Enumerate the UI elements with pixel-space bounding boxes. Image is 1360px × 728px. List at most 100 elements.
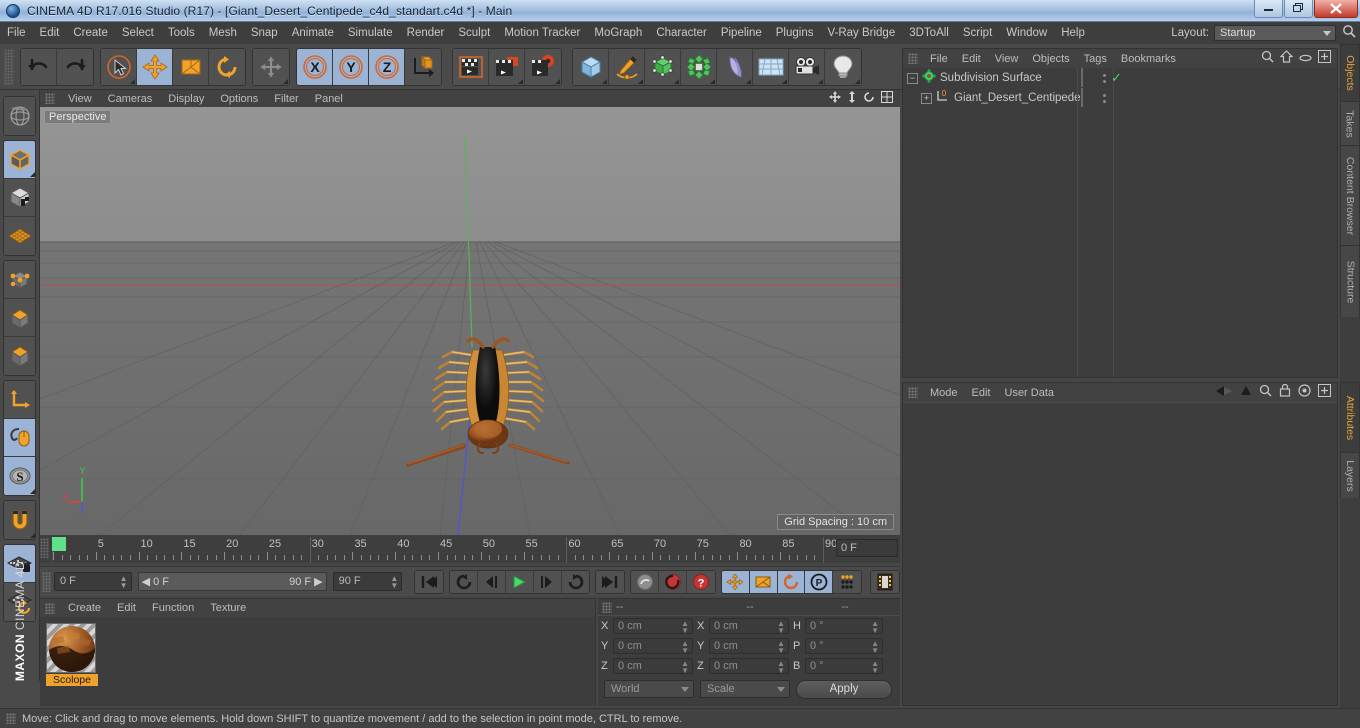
menu-snap[interactable]: Snap [244, 22, 285, 44]
menu-select[interactable]: Select [115, 22, 161, 44]
spinner-icon[interactable]: ▲ ▼ [777, 640, 785, 655]
search-icon[interactable] [1342, 24, 1356, 43]
object-row-giant-desert-centipede[interactable]: + 0 Giant_Desert_Centipede [903, 88, 1337, 108]
spinner-icon[interactable]: ▲ ▼ [871, 640, 879, 655]
enable-snap-button[interactable]: S [4, 457, 35, 495]
attribute-menu-grip[interactable] [908, 387, 918, 398]
undo-button[interactable] [21, 48, 57, 85]
points-mode-button[interactable] [4, 261, 35, 299]
model-mode-button[interactable] [4, 141, 35, 179]
enabled-check-icon[interactable]: ✓ [1111, 70, 1122, 86]
coord-field-sz[interactable]: 0 cm ▲ ▼ [709, 658, 789, 675]
coord-field-py[interactable]: 0 cm ▲ ▼ [613, 638, 693, 655]
coord-field-h[interactable]: 0 ° ▲ ▼ [805, 618, 883, 635]
lock-x-axis-button[interactable]: X [297, 48, 333, 85]
timeline-ruler[interactable]: 051015202530354045505560657075808590 [52, 537, 837, 563]
search-icon[interactable] [1261, 50, 1274, 68]
spinner-icon[interactable]: ▲ ▼ [390, 575, 398, 590]
render-view-button[interactable] [453, 48, 489, 85]
attribute-menu-user-data[interactable]: User Data [998, 387, 1062, 399]
viewport-menu-options[interactable]: Options [212, 93, 266, 105]
coord-field-sy[interactable]: 0 cm ▲ ▼ [709, 638, 789, 655]
world-coordinate-button[interactable] [405, 48, 441, 85]
menu-render[interactable]: Render [400, 22, 452, 44]
point-level-animation-button[interactable] [833, 570, 862, 593]
coordinate-mode-dropdown[interactable]: Scale [700, 680, 790, 698]
minimize-button[interactable] [1254, 0, 1283, 18]
menu-character[interactable]: Character [649, 22, 714, 44]
add-cube-button[interactable] [573, 48, 609, 85]
timeline-grip[interactable] [40, 538, 49, 558]
object-menu-tags[interactable]: Tags [1077, 53, 1114, 65]
play-forward-loop-button[interactable] [561, 570, 590, 593]
play-reverse-loop-button[interactable] [450, 570, 479, 593]
plus-box-icon[interactable] [1318, 49, 1331, 68]
rotate-tool-button[interactable] [209, 48, 245, 85]
menu-help[interactable]: Help [1054, 22, 1092, 44]
material-item[interactable]: Scolope [46, 623, 98, 686]
viewport-rotate-icon[interactable] [863, 90, 875, 108]
apply-button[interactable]: Apply [796, 679, 892, 699]
viewport-scale-icon[interactable] [847, 90, 857, 108]
scale-tool-button[interactable] [173, 48, 209, 85]
viewport-menu-panel[interactable]: Panel [307, 93, 351, 105]
render-settings-button[interactable] [525, 48, 561, 85]
range-left-arrow-icon[interactable]: ◀ [142, 575, 150, 588]
edge-tab-content-browser[interactable]: Content Browser [1340, 145, 1360, 245]
polygons-mode-button[interactable] [4, 337, 35, 375]
coord-field-p[interactable]: 0 ° ▲ ▼ [805, 638, 883, 655]
object-tag-box[interactable] [1081, 88, 1083, 107]
end-frame-field[interactable]: 90 F ▲ ▼ [332, 572, 403, 591]
menu-plugins[interactable]: Plugins [769, 22, 821, 44]
timeline-playhead[interactable] [52, 537, 66, 551]
viewport-menu-grip[interactable] [45, 93, 55, 104]
menu-simulate[interactable]: Simulate [341, 22, 400, 44]
lock-z-axis-button[interactable]: Z [369, 48, 405, 85]
restore-button[interactable] [1284, 0, 1313, 18]
spinner-icon[interactable]: ▲ ▼ [120, 575, 128, 590]
menu-mesh[interactable]: Mesh [202, 22, 244, 44]
go-to-end-button[interactable] [596, 570, 625, 593]
menu-pipeline[interactable]: Pipeline [714, 22, 769, 44]
transport-grip[interactable] [42, 571, 51, 592]
material-menu-edit[interactable]: Edit [109, 602, 144, 614]
material-menu-grip[interactable] [45, 602, 55, 614]
menu-edit[interactable]: Edit [33, 22, 67, 44]
preview-range-bar[interactable]: ◀ 0 F 90 F ▶ [137, 572, 327, 591]
edge-tab-attributes[interactable]: Attributes [1340, 382, 1360, 452]
magnet-tool-button[interactable] [253, 48, 289, 85]
move-tool-button[interactable] [137, 48, 173, 85]
viewport-move-icon[interactable] [829, 90, 841, 108]
material-thumbnail[interactable] [46, 623, 96, 673]
object-menu-edit[interactable]: Edit [955, 53, 988, 65]
spinner-icon[interactable]: ▲ ▼ [871, 620, 879, 635]
expand-toggle-icon[interactable]: + [921, 92, 932, 104]
attribute-menu-edit[interactable]: Edit [965, 387, 998, 399]
coordinates-grip[interactable] [602, 601, 612, 613]
add-generator-button[interactable] [645, 48, 681, 85]
status-grip[interactable] [6, 713, 16, 724]
parameter-key-button[interactable]: P [805, 570, 834, 593]
magnet-button[interactable] [4, 501, 35, 539]
visibility-dots-icon[interactable] [1102, 73, 1106, 83]
object-manager-tree[interactable]: − Subdivision Surface ✓ + 0 Giant_Desert… [903, 68, 1337, 377]
layout-dropdown[interactable]: Startup [1214, 25, 1336, 41]
material-menu-create[interactable]: Create [60, 602, 109, 614]
edge-tab-objects[interactable]: Objects [1340, 44, 1360, 101]
scale-key-button[interactable] [749, 570, 778, 593]
position-key-button[interactable] [721, 570, 750, 593]
make-editable-button[interactable] [4, 97, 35, 135]
add-spline-button[interactable] [609, 48, 645, 85]
coord-field-sx[interactable]: 0 cm ▲ ▼ [709, 618, 789, 635]
object-tag-box[interactable] [1081, 68, 1083, 87]
object-menu-bookmarks[interactable]: Bookmarks [1114, 53, 1183, 65]
viewport-menu-cameras[interactable]: Cameras [100, 93, 161, 105]
attribute-menu-mode[interactable]: Mode [923, 387, 965, 399]
rotation-key-button[interactable] [777, 570, 806, 593]
coord-field-px[interactable]: 0 cm ▲ ▼ [613, 618, 693, 635]
menu-3dtoall[interactable]: 3DToAll [902, 22, 956, 44]
spinner-icon[interactable]: ▲ ▼ [871, 660, 879, 675]
object-manager-grip[interactable] [908, 53, 918, 64]
home-icon[interactable] [1279, 49, 1294, 68]
texture-mode-button[interactable] [4, 179, 35, 217]
